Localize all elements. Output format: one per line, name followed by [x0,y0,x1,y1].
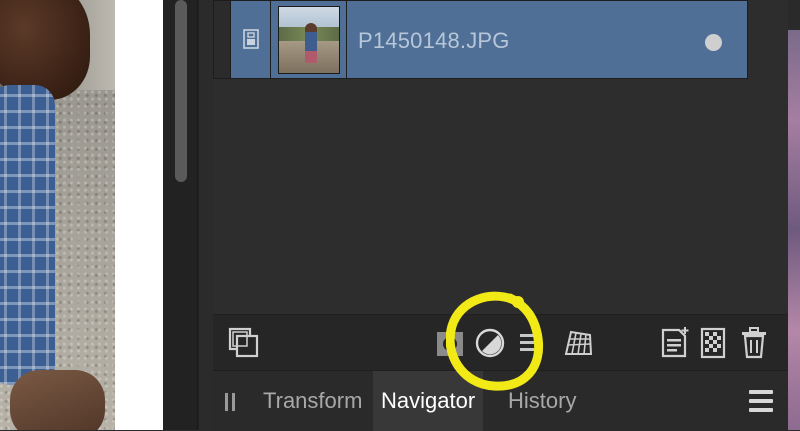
tab-history[interactable]: History [500,371,584,431]
adjustment-icon[interactable] [471,324,509,362]
layers-panel: P1450148.JPG Transform Navigator History [198,0,789,431]
panel-grip-icon[interactable] [225,393,235,411]
panel-menu-icon[interactable] [749,390,773,412]
tab-navigator[interactable]: Navigator [373,371,484,431]
photo-arm [10,370,105,430]
layer-row-indent [214,1,231,78]
layers-toolbar [213,314,789,371]
document-canvas[interactable] [0,0,115,430]
fill-layer-icon[interactable] [694,324,732,362]
layer-lock-icon[interactable] [239,27,263,51]
layer-row-selected[interactable]: P1450148.JPG [213,0,748,79]
scrollbar-thumb[interactable] [175,0,187,182]
layer-list: P1450148.JPG [213,0,789,314]
layer-name[interactable]: P1450148.JPG [358,28,510,54]
add-pixel-layer-icon[interactable] [655,324,693,362]
layer-thumbnail [277,5,340,74]
adjacent-photo-edge [788,0,800,430]
live-filter-icon[interactable] [513,324,551,362]
arrange-layers-icon[interactable] [225,324,263,362]
delete-layer-icon[interactable] [735,324,773,362]
mesh-warp-icon[interactable] [559,324,597,362]
layer-visibility-toggle[interactable] [705,34,722,51]
photo-plaid-shirt [0,85,55,385]
mask-icon[interactable] [431,324,469,362]
panel-tab-bar: Transform Navigator History [213,370,789,431]
vertical-scrollbar[interactable] [163,0,198,430]
tab-transform[interactable]: Transform [255,371,370,431]
canvas-gutter [115,0,163,430]
layer-thumbnail-frame [270,1,347,78]
